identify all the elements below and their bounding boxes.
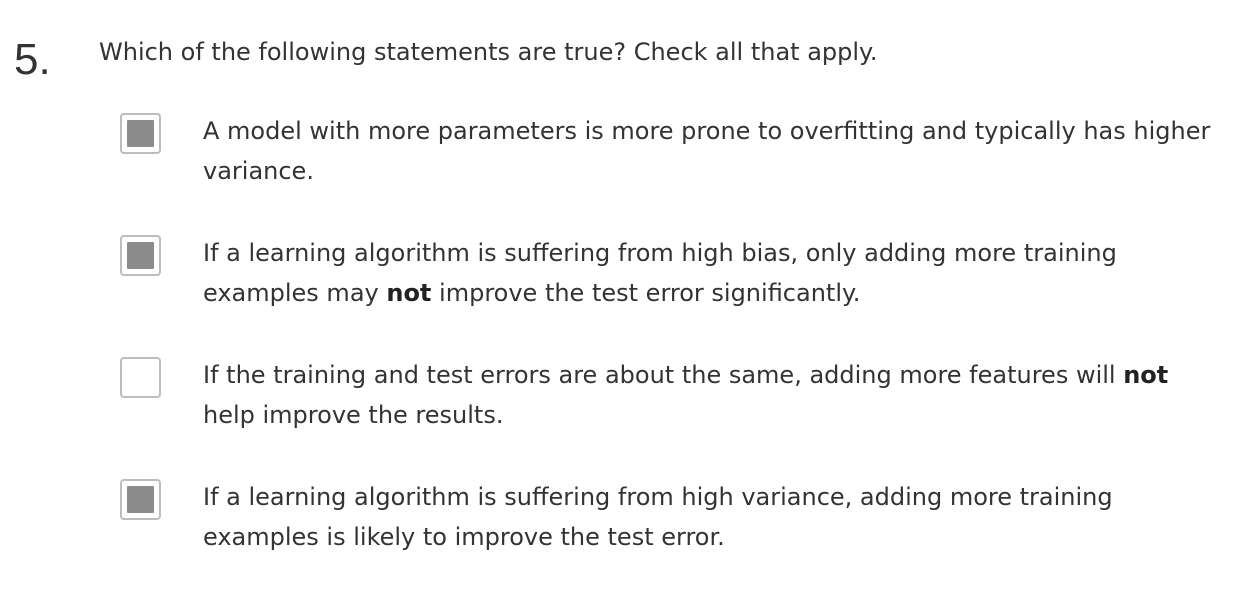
option-text-part: improve the test error significantly.: [431, 279, 861, 307]
emphasis-not: not: [1123, 361, 1169, 389]
option-text-2: If a learning algorithm is suffering fro…: [203, 233, 1213, 313]
checkbox-checked-mark: [127, 242, 154, 269]
option-text-part: If a learning algorithm is suffering fro…: [203, 483, 1113, 551]
question-text: Which of the following statements are tr…: [99, 38, 878, 66]
checkbox-checked-mark: [127, 486, 154, 513]
question-number: 5.: [14, 35, 51, 84]
option-text-part: help improve the results.: [203, 401, 504, 429]
option-text-3: If the training and test errors are abou…: [203, 355, 1213, 435]
option-text-part: If the training and test errors are abou…: [203, 361, 1124, 389]
option-text-4: If a learning algorithm is suffering fro…: [203, 477, 1213, 557]
checkbox-4[interactable]: [120, 479, 161, 520]
checkbox-checked-mark: [127, 120, 154, 147]
emphasis-not: not: [386, 279, 432, 307]
option-text-1: A model with more parameters is more pro…: [203, 111, 1213, 191]
answer-option-1[interactable]: A model with more parameters is more pro…: [120, 113, 1220, 203]
answer-option-2[interactable]: If a learning algorithm is suffering fro…: [120, 235, 1220, 325]
checkbox-3[interactable]: [120, 357, 161, 398]
option-text-part: A model with more parameters is more pro…: [203, 117, 1211, 185]
answer-option-3[interactable]: If the training and test errors are abou…: [120, 357, 1220, 447]
checkbox-2[interactable]: [120, 235, 161, 276]
checkbox-1[interactable]: [120, 113, 161, 154]
answer-option-4[interactable]: If a learning algorithm is suffering fro…: [120, 479, 1220, 569]
